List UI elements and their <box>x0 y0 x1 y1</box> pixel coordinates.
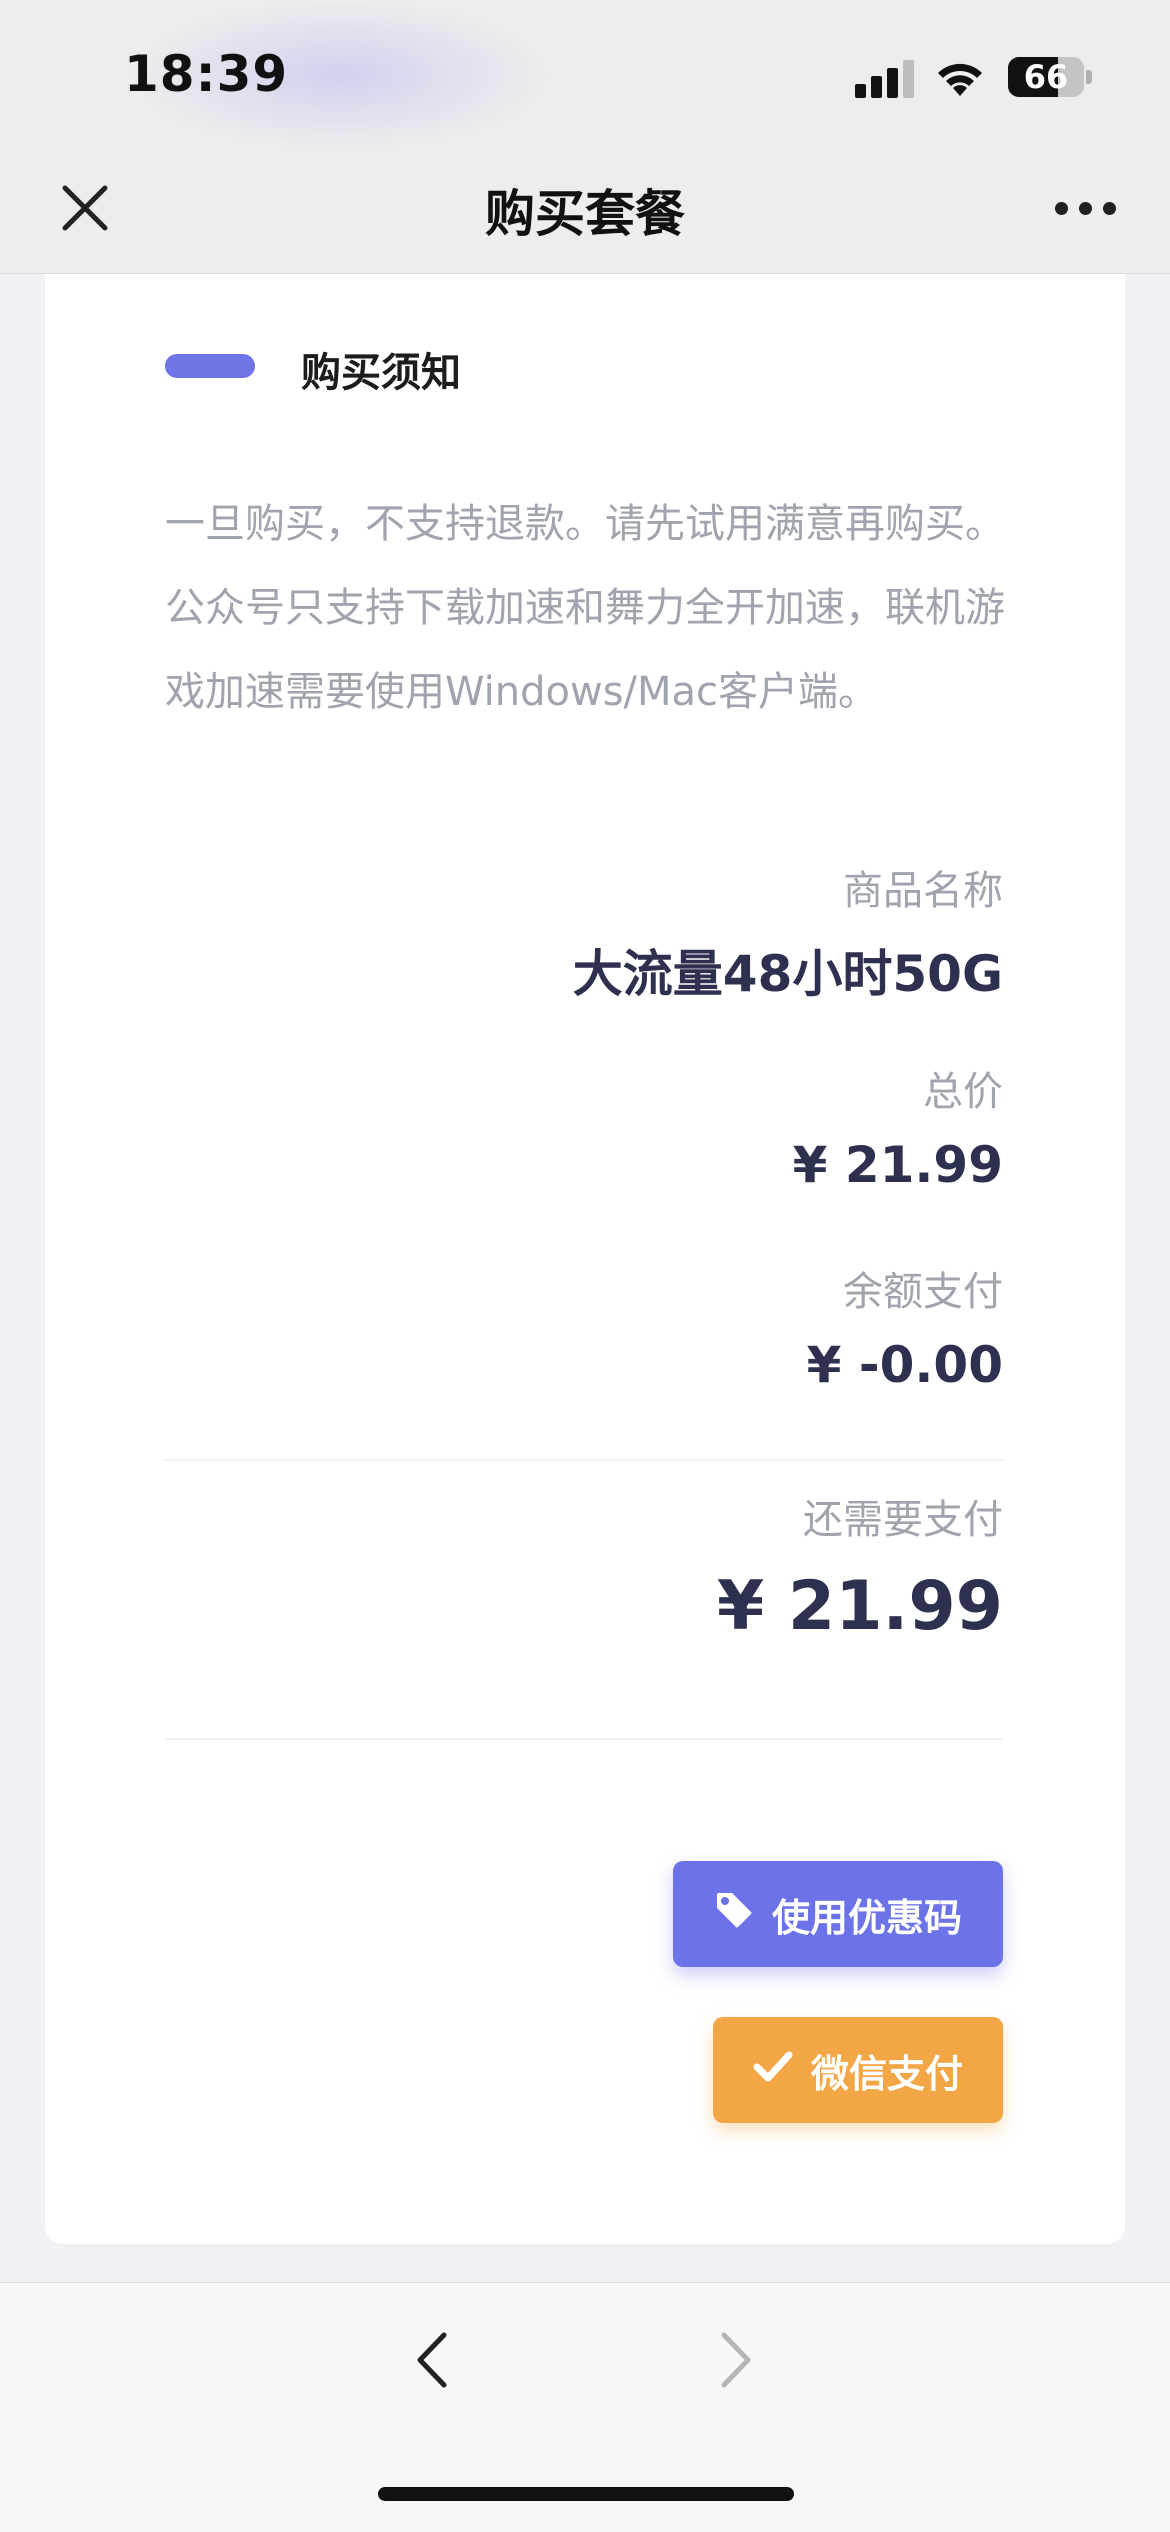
page-title: 购买套餐 <box>485 185 685 243</box>
divider <box>165 1459 1003 1461</box>
battery-icon: 66 <box>1008 57 1084 97</box>
notice-title: 购买须知 <box>301 350 461 396</box>
due-value: ¥ 21.99 <box>716 1567 1003 1646</box>
wifi-icon <box>933 56 987 98</box>
nav-bar: 购买套餐 <box>0 150 1170 274</box>
battery-tip <box>1086 70 1092 84</box>
notice-line: 一旦购买，不支持退款。请先试用满意再购买。 <box>165 501 1005 547</box>
battery-percent: 66 <box>1023 58 1069 96</box>
due-label: 还需要支付 <box>803 1497 1003 1543</box>
more-icon[interactable] <box>1055 202 1117 218</box>
status-bar: 18:39 66 <box>0 0 1170 150</box>
balance-value: ¥ -0.00 <box>806 1336 1003 1394</box>
section-marker <box>165 354 255 378</box>
product-label: 商品名称 <box>843 868 1003 914</box>
coupon-label: 使用优惠码 <box>771 1895 962 1940</box>
balance-label: 余额支付 <box>843 1269 1003 1315</box>
notice-line: 公众号只支持下载加速和舞力全开加速，联机游戏加速需要使用Windows/Mac客… <box>165 585 1005 715</box>
tag-icon <box>714 1890 754 1939</box>
status-time: 18:39 <box>124 45 289 103</box>
home-indicator <box>378 2487 794 2501</box>
use-coupon-button[interactable]: 使用优惠码 <box>673 1861 1003 1967</box>
wechat-pay-button[interactable]: 微信支付 <box>713 2017 1003 2123</box>
pay-label: 微信支付 <box>810 2051 963 2096</box>
check-icon <box>753 2048 793 2093</box>
purchase-card: 购买须知 一旦购买，不支持退款。请先试用满意再购买。 公众号只支持下载加速和舞力… <box>45 274 1125 2244</box>
total-label: 总价 <box>923 1069 1003 1115</box>
back-arrow-icon[interactable] <box>408 2325 458 2395</box>
divider <box>165 1738 1003 1740</box>
total-value: ¥ 21.99 <box>792 1136 1003 1194</box>
notice-text: 一旦购买，不支持退款。请先试用满意再购买。 公众号只支持下载加速和舞力全开加速，… <box>165 482 1015 734</box>
product-name: 大流量48小时50G <box>572 945 1003 1003</box>
signal-icon <box>855 58 915 98</box>
forward-arrow-icon[interactable] <box>710 2325 760 2395</box>
